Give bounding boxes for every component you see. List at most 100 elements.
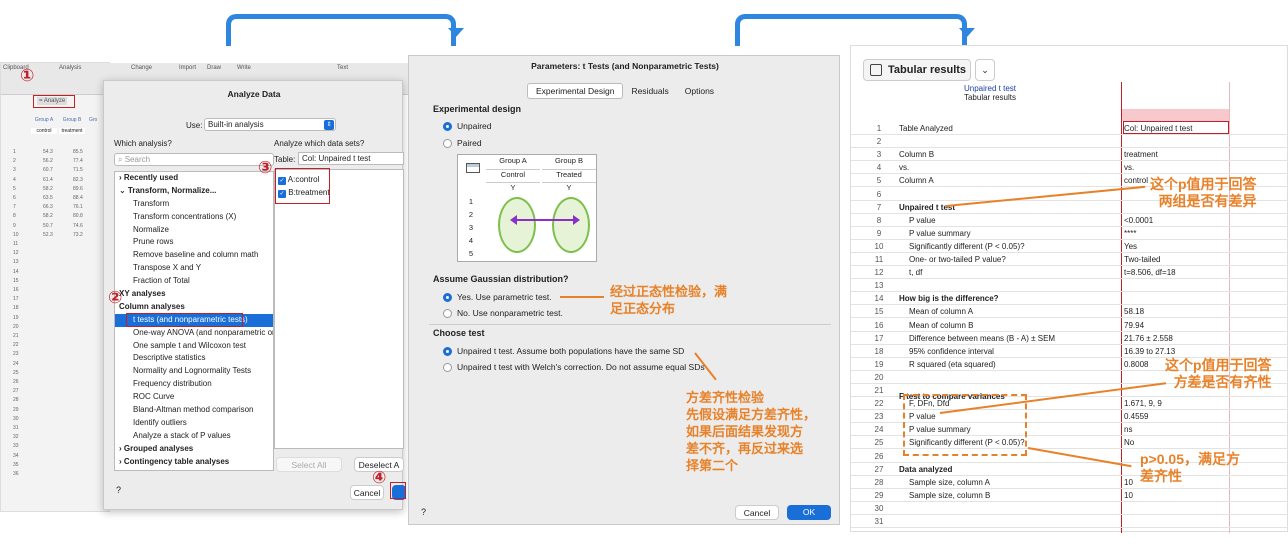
analysis-category[interactable]: › Contingency table analyses [115,456,273,469]
group-a-value[interactable]: 58.2 [43,186,53,192]
group-a-value[interactable]: 66.3 [43,204,53,210]
spreadsheet-row[interactable]: 34 [1,453,111,462]
spreadsheet-row[interactable]: 35 [1,462,111,471]
spreadsheet-row[interactable]: 25 [1,370,111,379]
group-b-value[interactable]: 77.4 [73,158,83,164]
analysis-item[interactable]: Normalize [115,224,273,237]
analysis-item[interactable]: Transform [115,198,273,211]
spreadsheet-row[interactable]: 1 54.3 85.5 [1,149,111,158]
analysis-item[interactable]: Descriptive statistics [115,352,273,365]
analysis-item[interactable]: Fraction of Total [115,275,273,288]
ribbon-write[interactable]: Write [237,65,251,71]
group-b-value[interactable]: 88.4 [73,195,83,201]
spreadsheet-row[interactable]: 26 [1,379,111,388]
group-a-value[interactable]: 61.4 [43,177,53,183]
params-help-button[interactable]: ? [421,507,426,517]
spreadsheet-row[interactable]: 36 [1,471,111,480]
spreadsheet-row[interactable]: 18 [1,305,111,314]
paired-radio[interactable]: Paired [443,138,482,149]
gaussian-no-radio[interactable]: No. Use nonparametric test. [443,308,563,319]
spreadsheet-row[interactable]: 9 50.7 74.6 [1,223,111,232]
group-b-value[interactable]: 76.1 [73,204,83,210]
test-equal-sd-radio[interactable]: Unpaired t test. Assume both populations… [443,346,684,357]
group-a-value[interactable]: 52.3 [43,232,53,238]
header-link[interactable]: Unpaired t test [859,84,1121,93]
group-b-value[interactable]: 89.6 [73,186,83,192]
group-a-value[interactable]: 54.3 [43,149,53,155]
help-button[interactable]: ? [116,485,121,495]
group-a-value[interactable]: 63.5 [43,195,53,201]
analysis-item[interactable]: Transpose X and Y [115,262,273,275]
spreadsheet-row[interactable]: 28 [1,397,111,406]
ribbon-import[interactable]: Import [179,65,196,71]
spreadsheet-row[interactable]: 14 [1,269,111,278]
group-b-value[interactable]: 80.8 [73,213,83,219]
group-a-value[interactable]: 56.2 [43,158,53,164]
spreadsheet-row[interactable]: 12 [1,250,111,259]
spreadsheet-row[interactable]: 29 [1,407,111,416]
tab-experimental-design[interactable]: Experimental Design [527,83,624,99]
spreadsheet-row[interactable]: 17 [1,296,111,305]
analysis-item[interactable]: ROC Curve [115,391,273,404]
spreadsheet-row[interactable]: 16 [1,287,111,296]
spreadsheet-row[interactable]: 24 [1,361,111,370]
spreadsheet-row[interactable]: 3 60.7 71.5 [1,167,111,176]
spreadsheet-row[interactable]: 23 [1,351,111,360]
spreadsheet-row[interactable]: 19 [1,315,111,324]
spreadsheet-row[interactable]: 13 [1,259,111,268]
analysis-item[interactable]: Bland-Altman method comparison [115,404,273,417]
group-a-value[interactable]: 50.7 [43,223,53,229]
analysis-category[interactable]: › Grouped analyses [115,443,273,456]
table-select[interactable]: Col: Unpaired t test [298,152,404,165]
test-welch-radio[interactable]: Unpaired t test with Welch's correction.… [443,362,705,373]
ribbon-change[interactable]: Change [131,65,152,71]
analysis-item[interactable]: Transform concentrations (X) [115,211,273,224]
use-select[interactable]: Built-in analysis ⇕ [204,118,336,131]
ribbon-draw[interactable]: Draw [207,65,221,71]
analysis-item[interactable]: Identify outliers [115,417,273,430]
params-ok-button[interactable]: OK [787,505,831,520]
spreadsheet-row[interactable]: 7 66.3 76.1 [1,204,111,213]
ribbon-text[interactable]: Text [337,65,348,71]
group-a-value[interactable]: 58.2 [43,213,53,219]
spreadsheet-row[interactable]: 10 52.3 73.2 [1,232,111,241]
analysis-item[interactable]: Analyze a stack of P values [115,430,273,443]
ribbon-analysis[interactable]: Analysis [59,65,81,71]
results-tab[interactable]: Tabular results [863,59,971,81]
analysis-item[interactable]: Normality and Lognormality Tests [115,365,273,378]
results-dropdown[interactable]: ⌄ [975,59,995,81]
group-a-value[interactable]: 60.7 [43,167,53,173]
params-cancel-button[interactable]: Cancel [735,505,779,520]
analysis-category[interactable]: › Recently used [115,172,273,185]
select-all-button[interactable]: Select All [276,457,342,472]
spreadsheet-row[interactable]: 20 [1,324,111,333]
spreadsheet-row[interactable]: 31 [1,425,111,434]
group-b-value[interactable]: 71.5 [73,167,83,173]
spreadsheet-row[interactable]: 22 [1,342,111,351]
spreadsheet-row[interactable]: 6 63.5 88.4 [1,195,111,204]
spreadsheet-row[interactable]: 30 [1,416,111,425]
analysis-category[interactable]: XY analyses [115,288,273,301]
search-input[interactable]: ⌕ Search [114,153,274,166]
analysis-item[interactable]: Prune rows [115,236,273,249]
tab-residuals[interactable]: Residuals [623,84,676,98]
spreadsheet-row[interactable]: 27 [1,388,111,397]
group-b-value[interactable]: 85.5 [73,149,83,155]
analysis-category[interactable]: ⌄ Transform, Normalize... [115,185,273,198]
group-b-value[interactable]: 73.2 [73,232,83,238]
spreadsheet-row[interactable]: 21 [1,333,111,342]
unpaired-radio[interactable]: Unpaired [443,121,492,132]
analysis-item[interactable]: Frequency distribution [115,378,273,391]
spreadsheet-row[interactable]: 2 56.2 77.4 [1,158,111,167]
group-b-value[interactable]: 82.3 [73,177,83,183]
analysis-item[interactable]: One sample t and Wilcoxon test [115,340,273,353]
gaussian-yes-radio[interactable]: Yes. Use parametric test. [443,292,552,303]
spreadsheet-row[interactable]: 4 61.4 82.3 [1,177,111,186]
spreadsheet-row[interactable]: 15 [1,278,111,287]
tab-options[interactable]: Options [677,84,722,98]
analysis-category[interactable]: Column analyses [115,301,273,314]
spreadsheet-row[interactable]: 8 58.2 80.8 [1,213,111,222]
spreadsheet-row[interactable]: 11 [1,241,111,250]
group-b-value[interactable]: 74.6 [73,223,83,229]
spreadsheet-row[interactable]: 32 [1,434,111,443]
